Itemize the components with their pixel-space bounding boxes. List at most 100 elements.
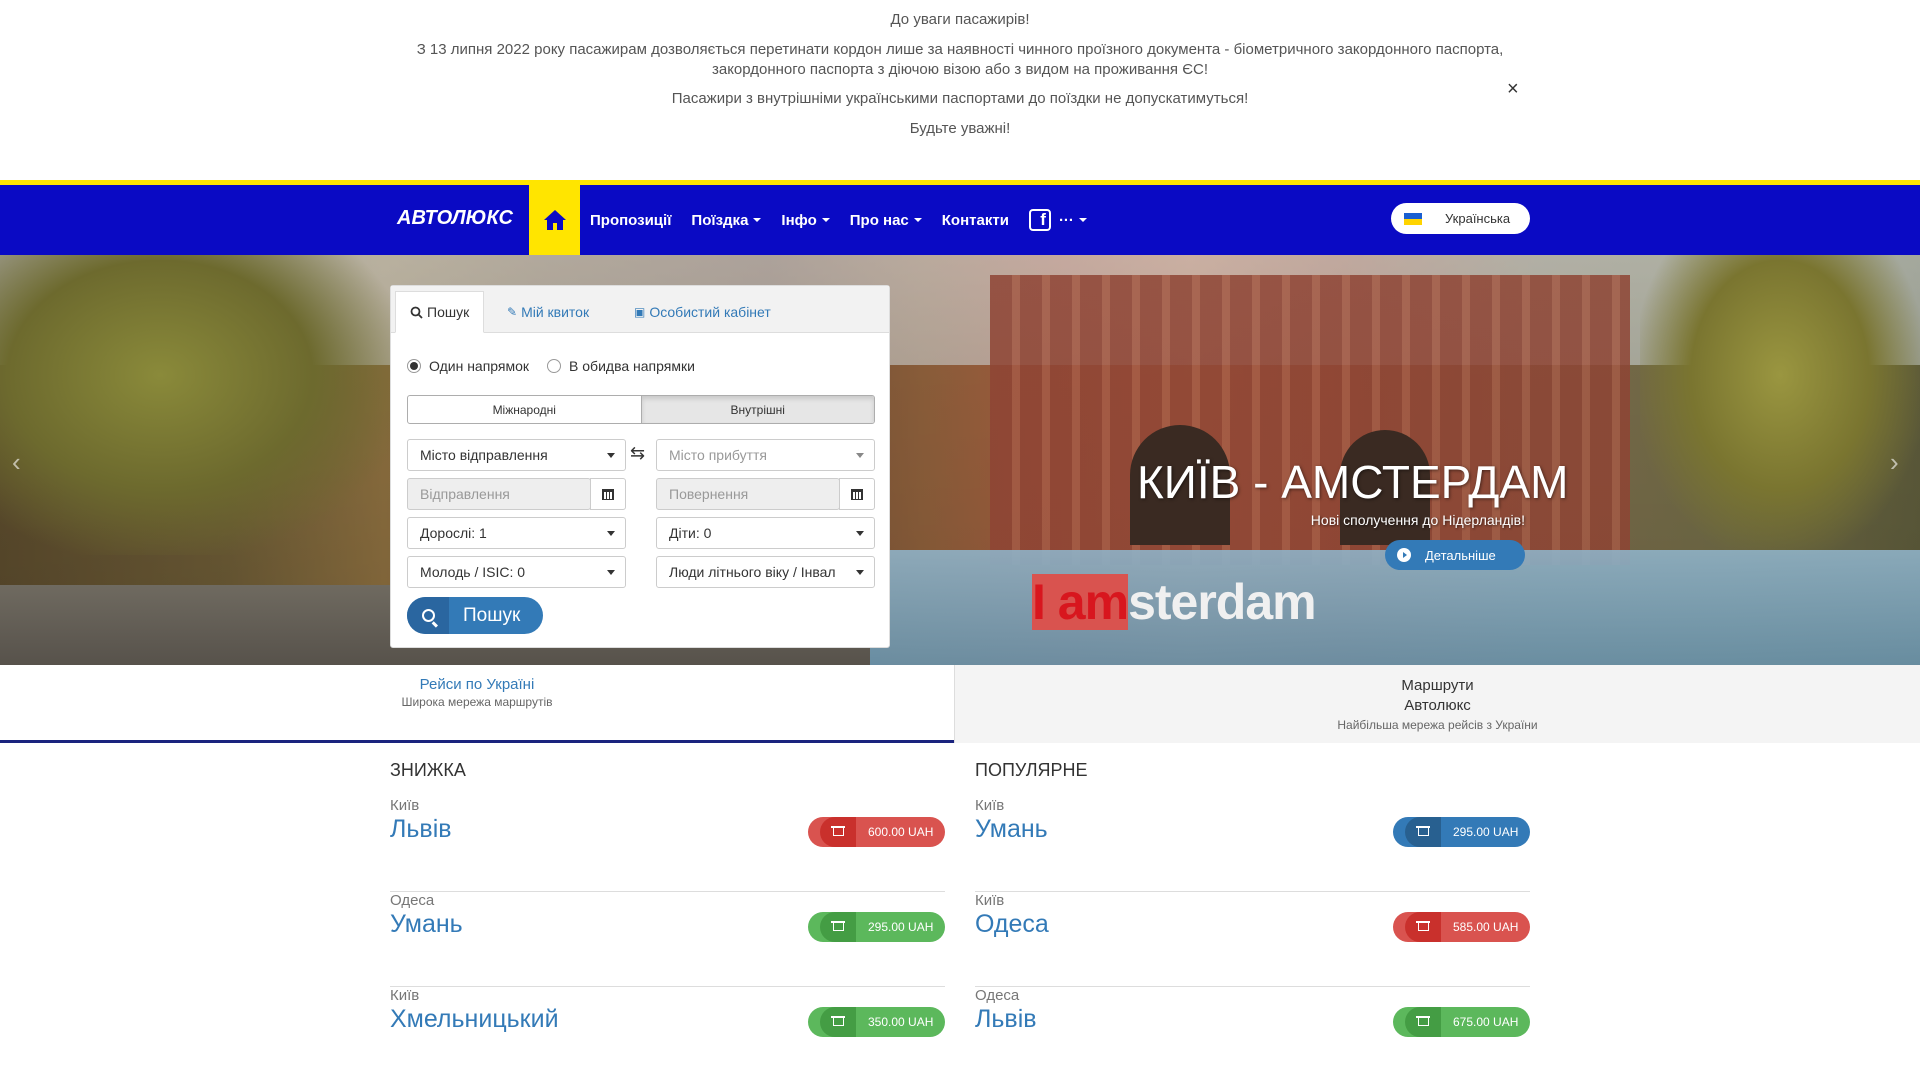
logo-text: АВТОЛЮКС <box>397 206 513 229</box>
cart-icon <box>830 1016 845 1026</box>
logo[interactable]: АВТОЛЮКС <box>395 203 513 233</box>
toggle-international[interactable]: Міжнародні <box>408 396 641 423</box>
return-date-input[interactable]: Повернення <box>656 478 840 510</box>
cart-icon <box>830 826 845 836</box>
return-calendar-button[interactable] <box>839 478 875 510</box>
radio-one-way[interactable] <box>407 359 421 373</box>
radio-round-trip[interactable] <box>547 359 562 373</box>
departure-date-input[interactable]: Відправлення <box>407 478 591 510</box>
search-icon <box>410 306 423 319</box>
notice-text: З 13 липня 2022 року пасажирам дозволяєт… <box>416 41 1504 78</box>
next-slide-icon[interactable]: › <box>1890 447 1899 478</box>
nav-trip[interactable]: Поїздка <box>691 212 762 229</box>
prev-slide-icon[interactable]: ‹ <box>12 447 21 478</box>
route-type-toggle: Міжнародні Внутрішні <box>407 395 875 424</box>
route-link[interactable]: Умань <box>975 815 1048 844</box>
route-link[interactable]: Львів <box>975 1005 1037 1034</box>
hero-tree <box>0 255 400 555</box>
notice-heading: До уваги пасажирів! <box>890 11 1030 28</box>
search-button[interactable]: Пошук <box>407 597 543 634</box>
trip-type: Один напрямок В обидва напрямки <box>407 358 695 374</box>
departure-calendar-button[interactable] <box>590 478 626 510</box>
ukraine-flag-icon <box>1404 212 1422 225</box>
cart-icon <box>1415 1016 1430 1026</box>
departure-city-select[interactable]: Місто відправлення <box>407 439 626 471</box>
language-selector[interactable]: Українська <box>1391 203 1530 234</box>
children-select[interactable]: Діти: 0 <box>656 517 875 549</box>
nav-more[interactable]: ··· <box>1059 212 1087 229</box>
popular-section: ПОПУЛЯРНЕ Київ Умань 295.00 UAH Київ Оде… <box>975 760 1530 1080</box>
slide-subtitle: Нові сполучення до Нідерландів! <box>1310 512 1525 528</box>
route-link[interactable]: Хмельницький <box>390 1005 559 1034</box>
cart-icon <box>1415 826 1430 836</box>
list-item: Київ Одеса 585.00 UAH <box>975 892 1530 987</box>
search-icon <box>407 597 449 634</box>
notice-attention: Будьте уважні! <box>909 120 1011 137</box>
details-button[interactable]: Детальніше <box>1385 540 1525 570</box>
adults-select[interactable]: Дорослі: 1 <box>407 517 626 549</box>
caret-down-icon <box>1078 218 1087 222</box>
cart-icon <box>830 921 845 931</box>
caret-down-icon <box>607 531 615 536</box>
nav-contacts[interactable]: Контакти <box>942 212 1009 229</box>
tab-ukraine-routes[interactable]: Рейси по Україні Широка мережа маршрутів <box>0 665 954 743</box>
tab-autolux-routes[interactable]: Маршрути Автолюкс Найбільша мережа рейсів… <box>954 665 1920 743</box>
buy-button[interactable]: 295.00 UAH <box>808 912 945 942</box>
buy-button[interactable]: 600.00 UAH <box>808 817 945 847</box>
youth-select[interactable]: Молодь / ISIC: 0 <box>407 556 626 588</box>
discount-section: ЗНИЖКА Київ Львів 600.00 UAH Одеса Умань… <box>390 760 945 1080</box>
search-tabs: Пошук ✎ Мій квиток ▣ Особистий кабінет <box>391 286 889 333</box>
seniors-select[interactable]: Люди літнього віку / Інвал <box>656 556 875 588</box>
nav-about[interactable]: Про нас <box>850 212 922 229</box>
pencil-icon: ✎ <box>507 305 518 319</box>
cart-icon <box>1415 921 1430 931</box>
caret-down-icon <box>607 570 615 575</box>
tab-account[interactable]: ▣ Особистий кабінет <box>634 291 771 333</box>
language-label: Українська <box>1445 211 1511 226</box>
list-item: Одеса Львів 675.00 UAH <box>975 987 1530 1080</box>
route-tabs: Рейси по Україні Широка мережа маршрутів… <box>0 665 1920 743</box>
home-button[interactable] <box>529 185 580 255</box>
slide-title: КИЇВ - АМСТЕРДАМ <box>1137 456 1569 508</box>
buy-button[interactable]: 350.00 UAH <box>808 1007 945 1037</box>
caret-down-icon <box>856 453 864 458</box>
caret-down-icon <box>856 570 864 575</box>
navbar: АВТОЛЮКС Пропозиції Поїздка Інфо Про нас… <box>0 180 1920 255</box>
list-item: Київ Львів 600.00 UAH <box>390 797 945 892</box>
calendar-icon <box>602 488 614 500</box>
search-panel: Пошук ✎ Мій квиток ▣ Особистий кабінет О… <box>390 285 890 648</box>
nav-offers[interactable]: Пропозиції <box>590 212 671 229</box>
list-item: Одеса Умань 295.00 UAH <box>390 892 945 987</box>
hero-slider: I amsterdam ‹ › КИЇВ - АМСТЕРДАМ Нові сп… <box>0 255 1920 665</box>
iamsterdam-sign: I amsterdam <box>1032 574 1317 630</box>
gift-icon: ▣ <box>634 305 646 319</box>
home-icon <box>543 210 566 230</box>
route-link[interactable]: Львів <box>390 815 452 844</box>
hero-tree <box>1640 255 1920 555</box>
tab-my-ticket[interactable]: ✎ Мій квиток <box>507 291 589 333</box>
caret-down-icon <box>607 453 615 458</box>
main-menu: Пропозиції Поїздка Інфо Про нас Контакти… <box>590 185 1107 255</box>
caret-down-icon <box>913 218 922 222</box>
popular-heading: ПОПУЛЯРНЕ <box>975 760 1088 780</box>
caret-down-icon <box>856 531 864 536</box>
caret-down-icon <box>821 218 830 222</box>
calendar-icon <box>851 488 863 500</box>
facebook-icon[interactable]: f <box>1028 209 1051 231</box>
notice-banner: До уваги пасажирів! З 13 липня 2022 року… <box>0 0 1920 180</box>
tab-search[interactable]: Пошук <box>395 291 485 333</box>
play-circle-icon <box>1397 548 1411 562</box>
caret-down-icon <box>753 218 762 222</box>
list-item: Київ Хмельницький 350.00 UAH <box>390 987 945 1080</box>
toggle-domestic[interactable]: Внутрішні <box>640 396 874 423</box>
buy-button[interactable]: 675.00 UAH <box>1393 1007 1530 1037</box>
close-icon[interactable]: × <box>1507 78 1519 101</box>
route-link[interactable]: Одеса <box>975 910 1049 939</box>
buy-button[interactable]: 295.00 UAH <box>1393 817 1530 847</box>
nav-info[interactable]: Інфо <box>781 212 830 229</box>
arrival-city-select[interactable]: Місто прибуття <box>656 439 875 471</box>
notice-warning: Пасажири з внутрішніми українськими пасп… <box>671 90 1249 107</box>
swap-cities-icon[interactable]: ⇆ <box>630 444 645 462</box>
buy-button[interactable]: 585.00 UAH <box>1393 912 1530 942</box>
route-link[interactable]: Умань <box>390 910 463 939</box>
